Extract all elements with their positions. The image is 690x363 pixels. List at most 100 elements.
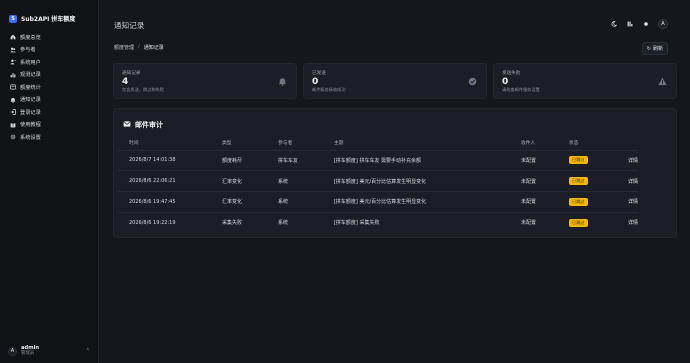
card-title: 邮件审计 [135, 121, 163, 129]
cell-recipient: 未配置 [509, 190, 558, 213]
status-badge: 已跳过 [568, 177, 588, 186]
stat-desc: 包含发送、跳过和失败 [122, 87, 164, 92]
sidebar-item-settings[interactable]: 系统设置 [8, 131, 92, 144]
sidebar-item-overview[interactable]: 额度总览 [8, 31, 92, 44]
cell-recipient: 未配置 [509, 170, 558, 192]
grid-icon[interactable] [626, 20, 634, 28]
chevron-up-icon: ⌃ [85, 348, 90, 354]
book-icon [10, 122, 16, 128]
sidebar-item-label: 观测记录 [20, 72, 41, 79]
header-avatar[interactable]: A [658, 19, 668, 29]
cell-type: 汇率变化 [210, 170, 267, 192]
refresh-icon: ↻ [646, 45, 651, 52]
sidebar: S Sub2API 拼车额度 额度总览 参与者 系统用户 观测记录 额度统计 通… [0, 0, 99, 363]
sidebar-item-participants[interactable]: 参与者 [8, 44, 92, 57]
sidebar-item-system-users[interactable]: 系统用户 [8, 56, 92, 69]
users-icon [10, 47, 16, 53]
column-header-time: 时间 [129, 141, 139, 147]
dot-icon[interactable] [642, 20, 650, 28]
stat-value: 0 [312, 77, 319, 87]
mail-icon [123, 121, 131, 129]
cell-time: 2026/8/6 22:06:21 [118, 170, 211, 192]
column-header-status: 状态 [568, 141, 579, 147]
gear-icon [10, 134, 16, 140]
details-link[interactable]: 详情 [628, 220, 638, 226]
breadcrumb-separator: / [138, 44, 140, 50]
sidebar-item-observations[interactable]: 观测记录 [8, 69, 92, 82]
user-menu[interactable]: A admin 管理员 ⌃ [8, 344, 92, 358]
sidebar-item-login-records[interactable]: 登录记录 [8, 106, 92, 119]
sidebar-item-label: 系统设置 [20, 134, 41, 141]
column-header-participant: 参与者 [277, 141, 293, 147]
table-row: 2026/8/7 14:01:38 额度耗尽 拼车车友 [拼车额度] 拼车车友 … [118, 149, 638, 171]
login-icon [10, 109, 16, 116]
column-header-type: 类型 [221, 141, 232, 147]
cell-type: 额度耗尽 [210, 149, 267, 171]
stat-label: 已发送 [312, 71, 326, 76]
breadcrumb-current: 通知记录 [143, 45, 164, 51]
cell-status: 已跳过 [557, 211, 617, 233]
cell-time: 2026/8/6 19:22:19 [118, 211, 211, 233]
stat-card-total: 通知记录 4 包含发送、跳过和失败 [113, 63, 297, 99]
status-badge: 已跳过 [568, 156, 588, 165]
stat-label: 通知记录 [122, 71, 141, 76]
table-row: 2026/8/6 19:47:45 汇率变化 系统 [拼车额度] 美元/百分比估… [118, 190, 638, 213]
moon-icon[interactable] [610, 20, 618, 28]
refresh-label: 刷新 [652, 46, 663, 52]
warning-icon [658, 77, 667, 86]
user-role: 管理员 [21, 351, 35, 356]
cell-type: 汇率变化 [210, 190, 267, 213]
sidebar-item-tutorial[interactable]: 使用教程 [8, 119, 92, 132]
sidebar-item-label: 通知记录 [20, 97, 41, 104]
breadcrumb-parent[interactable]: 额度管理 [114, 44, 134, 51]
status-badge: 已跳过 [568, 218, 588, 227]
table-row: 2026/8/6 22:06:21 汇率变化 系统 [拼车额度] 美元/百分比估… [118, 170, 638, 192]
table-row: 2026/8/6 19:22:19 采集失败 系统 [拼车额度] 采集失败 未配… [118, 211, 638, 233]
column-header-actions [617, 136, 638, 150]
sidebar-item-label: 额度总览 [20, 34, 41, 41]
sidebar-item-label: 系统用户 [20, 59, 41, 66]
details-link[interactable]: 详情 [628, 158, 638, 164]
check-circle-icon [468, 77, 477, 86]
cell-time: 2026/8/7 14:01:38 [118, 149, 211, 171]
cell-status: 已跳过 [557, 170, 617, 192]
cell-subject: [拼车额度] 美元/百分比估算发生明显变化 [322, 170, 510, 192]
cell-action: 详情 [616, 211, 638, 233]
cell-participant: 系统 [266, 190, 323, 213]
breadcrumb: 额度管理 / 通知记录 [114, 44, 164, 51]
stat-desc: 请检查邮件服务设置 [502, 87, 540, 92]
brand[interactable]: S Sub2API 拼车额度 [9, 14, 75, 23]
sidebar-item-notifications[interactable]: 通知记录 [8, 94, 92, 107]
cell-participant: 系统 [266, 211, 323, 233]
sidebar-item-label: 额度统计 [20, 84, 41, 91]
cell-participant: 拼车车友 [266, 149, 323, 171]
user-info: admin 管理员 [21, 345, 39, 357]
details-link[interactable]: 详情 [628, 179, 638, 185]
bell-icon [10, 97, 16, 103]
cell-action: 详情 [616, 149, 638, 171]
app-root: S Sub2API 拼车额度 额度总览 参与者 系统用户 观测记录 额度统计 通… [0, 0, 690, 363]
cell-subject: [拼车额度] 拼车车友 需要手动补充余额 [322, 149, 510, 171]
brand-name: Sub2API 拼车额度 [21, 16, 76, 23]
cell-subject: [拼车额度] 采集失败 [322, 211, 510, 233]
stat-value: 4 [122, 77, 129, 87]
stat-card-sent: 已发送 0 邮件服务接收成功 [303, 63, 487, 99]
page-title: 通知记录 [114, 21, 145, 30]
column-header-recipient: 收件人 [520, 141, 536, 147]
cell-status: 已跳过 [557, 149, 617, 171]
brand-logo: S [9, 14, 17, 23]
stats-card-icon [10, 84, 16, 90]
cell-action: 详情 [616, 170, 638, 192]
refresh-button[interactable]: ↻ 刷新 [641, 42, 668, 55]
top-toolbar: A [610, 19, 668, 29]
table-header-row: 时间 类型 参与者 主题 收件人 状态 [118, 136, 638, 150]
sidebar-item-stats[interactable]: 额度统计 [8, 81, 92, 94]
stat-value: 0 [502, 77, 509, 87]
stats-row: 通知记录 4 包含发送、跳过和失败 已发送 0 邮件服务接收成功 发送失败 0 … [113, 63, 677, 99]
audit-table: 时间 类型 参与者 主题 收件人 状态 2026/8/7 14:01:38 额度… [118, 136, 638, 233]
sidebar-item-label: 参与者 [20, 47, 36, 54]
avatar: A [8, 346, 17, 356]
stat-desc: 邮件服务接收成功 [312, 87, 346, 92]
details-link[interactable]: 详情 [628, 199, 638, 205]
sidebar-item-label: 登录记录 [20, 109, 41, 116]
